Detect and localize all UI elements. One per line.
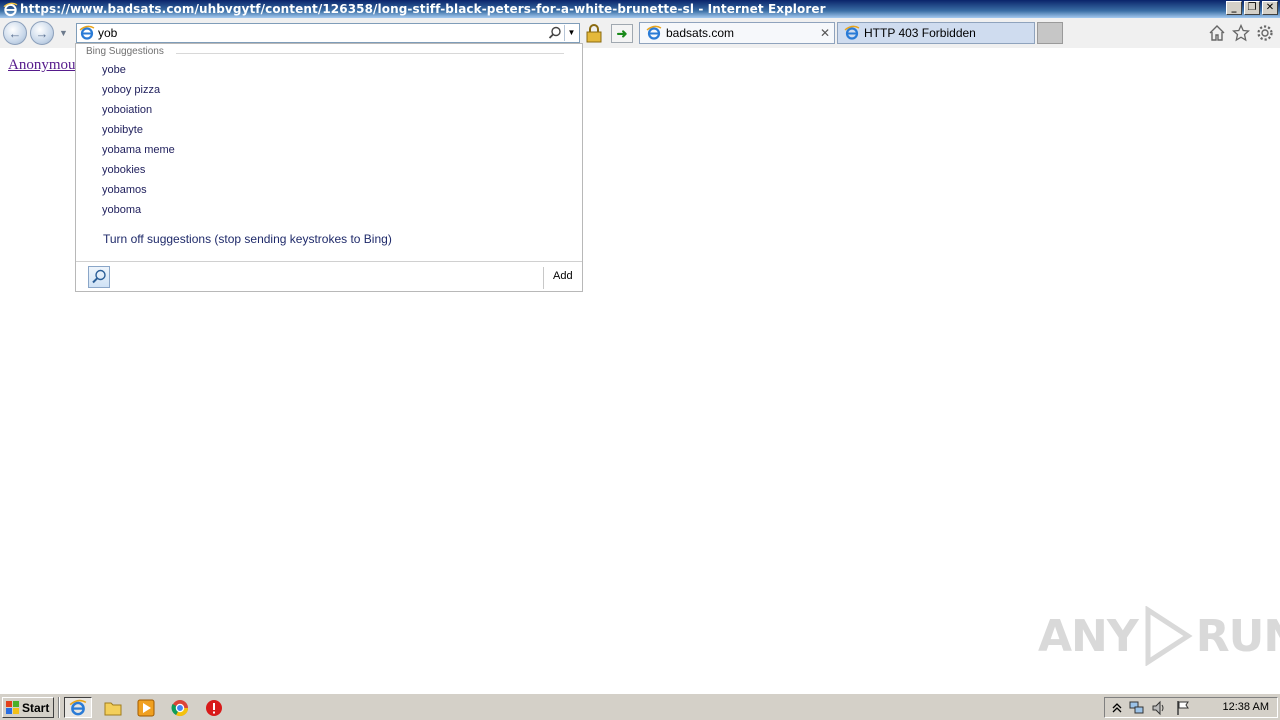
forward-arrow-icon: → (35, 25, 49, 41)
window-title: https://www.badsats.com/uhbvgytf/content… (20, 2, 826, 16)
taskbar-explorer-button[interactable] (103, 698, 123, 717)
gear-icon[interactable] (1256, 24, 1274, 42)
go-arrow-icon: ➜ (616, 26, 628, 41)
system-tray: 12:38 AM (1104, 697, 1278, 718)
search-provider-button[interactable] (88, 266, 110, 288)
suggestion-item[interactable]: yobamos (102, 184, 147, 196)
address-input[interactable] (98, 25, 538, 41)
back-button[interactable]: ← (3, 21, 27, 45)
title-bar: https://www.badsats.com/uhbvgytf/content… (0, 0, 1280, 18)
suggestion-item[interactable]: yobama meme (102, 144, 175, 156)
history-dropdown-icon[interactable]: ▼ (59, 28, 68, 38)
show-hidden-icons-icon[interactable] (1109, 700, 1125, 716)
ie-page-icon (79, 25, 95, 41)
divider (58, 697, 60, 718)
network-icon[interactable] (1129, 700, 1145, 716)
close-tab-icon[interactable]: ✕ (820, 26, 830, 40)
go-button[interactable]: ➜ (611, 24, 633, 43)
divider (543, 267, 544, 289)
clock[interactable]: 12:38 AM (1223, 701, 1269, 713)
taskbar-media-player-button[interactable] (136, 698, 156, 717)
suggestion-item[interactable]: yobe (102, 64, 126, 76)
play-logo-icon (1145, 606, 1193, 666)
home-icon[interactable] (1208, 24, 1226, 42)
taskbar-chrome-button[interactable] (170, 698, 190, 717)
suggestion-item[interactable]: yoboy pizza (102, 84, 160, 96)
divider (76, 261, 582, 262)
volume-icon[interactable] (1151, 700, 1167, 716)
folder-icon (104, 702, 122, 715)
ie-icon (69, 699, 87, 715)
search-icon (92, 269, 106, 284)
address-dropdown-icon[interactable]: ▼ (564, 25, 578, 41)
command-icons (1208, 23, 1274, 42)
ie-logo-icon (2, 1, 18, 17)
start-button[interactable]: Start (2, 697, 54, 718)
taskbar-ie-button[interactable] (64, 697, 92, 718)
maximize-button[interactable]: ❐ (1244, 1, 1260, 15)
chrome-icon (171, 699, 189, 716)
new-tab-button[interactable] (1037, 22, 1063, 44)
suggestion-item[interactable]: yoboma (102, 204, 141, 216)
minimize-button[interactable]: _ (1226, 1, 1242, 15)
favorites-star-icon[interactable] (1231, 23, 1251, 42)
forward-button[interactable]: → (30, 21, 54, 45)
taskbar: Start 12:38 AM (0, 693, 1280, 720)
tab-label: badsats.com (666, 26, 735, 40)
lock-icon[interactable] (585, 24, 603, 43)
search-icon[interactable] (548, 26, 562, 40)
taskbar-stop-app-button[interactable] (204, 698, 224, 717)
tab-badsats[interactable]: badsats.com ✕ (639, 22, 835, 44)
stop-icon (206, 699, 222, 716)
window-controls: _ ❐ ✕ (1226, 1, 1278, 15)
ie-tab-icon (646, 25, 662, 41)
media-player-icon (137, 699, 155, 716)
suggestions-header: Bing Suggestions (86, 46, 164, 57)
watermark-text-right: RUN (1195, 610, 1280, 662)
tab-label: HTTP 403 Forbidden (864, 26, 976, 40)
anyrun-watermark: ANY RUN (1038, 606, 1280, 666)
anonymous-link[interactable]: Anonymou (8, 57, 76, 74)
tab-http-403[interactable]: HTTP 403 Forbidden (837, 22, 1035, 44)
back-arrow-icon: ← (8, 25, 22, 41)
suggestion-item[interactable]: yobokies (102, 164, 145, 176)
address-bar[interactable]: ▼ (76, 23, 580, 43)
suggestion-item[interactable]: yoboiation (102, 104, 152, 116)
action-center-flag-icon[interactable] (1175, 700, 1191, 716)
watermark-text-left: ANY (1038, 610, 1139, 662)
suggestion-item[interactable]: yobibyte (102, 124, 143, 136)
turn-off-suggestions-link[interactable]: Turn off suggestions (stop sending keyst… (103, 232, 392, 246)
add-search-provider-button[interactable]: Add (553, 270, 573, 282)
windows-logo-icon (6, 700, 19, 714)
ie-tab-icon (844, 25, 860, 41)
start-label: Start (22, 700, 50, 715)
address-suggestions-dropdown: Bing Suggestions yobe yoboy pizza yoboia… (75, 43, 583, 292)
close-button[interactable]: ✕ (1262, 1, 1278, 15)
